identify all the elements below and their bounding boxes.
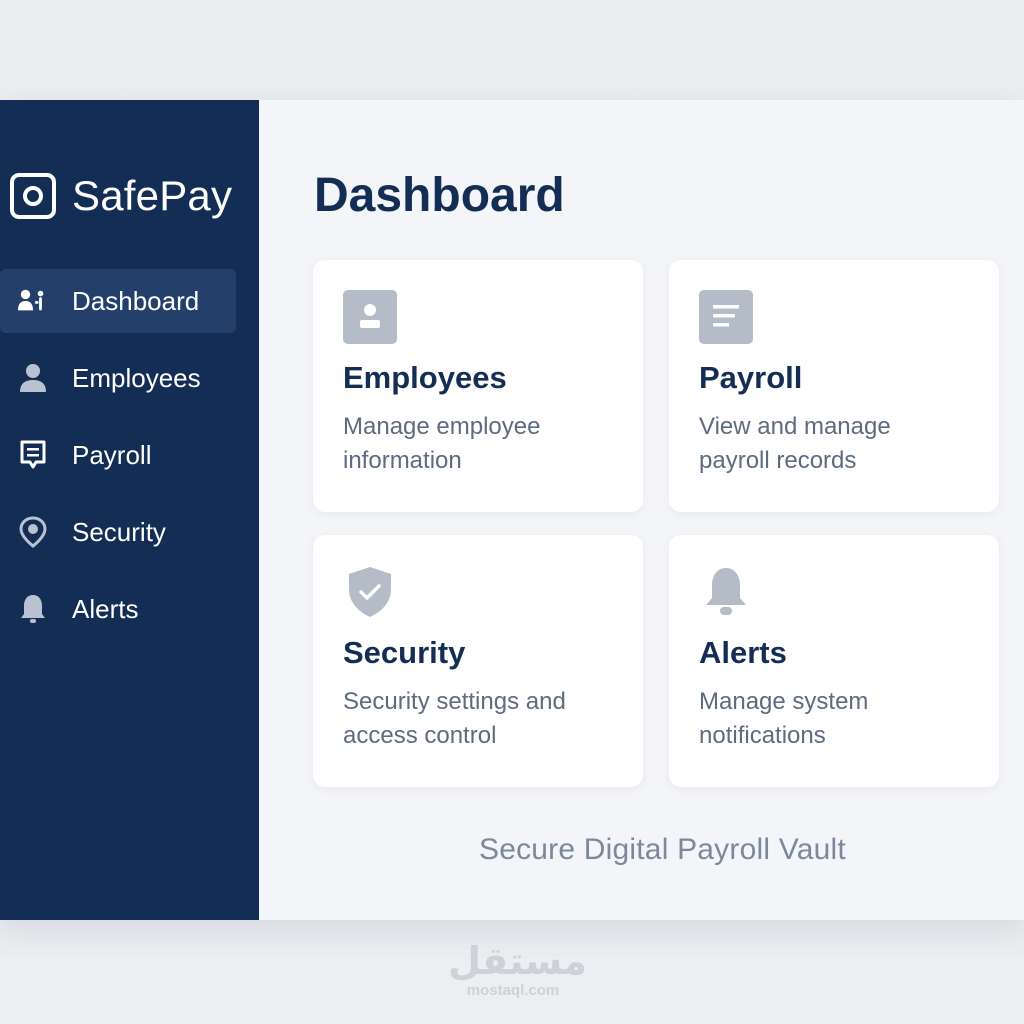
- card-description: Manage employee information: [343, 413, 541, 474]
- user-badge-icon: [343, 290, 397, 344]
- card-description: Security settings and access control: [343, 688, 566, 749]
- sidebar-item-label: Employees: [72, 362, 201, 393]
- watermark-url: mostaql.com: [466, 982, 560, 999]
- sidebar-item-dashboard[interactable]: Dashboard: [0, 269, 236, 333]
- bell-icon: [18, 594, 48, 624]
- sidebar-item-security[interactable]: Security: [0, 500, 259, 564]
- vault-icon: [10, 173, 56, 219]
- card-security[interactable]: Security Security settings and access co…: [313, 535, 643, 787]
- watermark: مستقل mostaql.com: [448, 941, 587, 1000]
- card-title: Security: [343, 635, 466, 670]
- document-icon: [18, 440, 48, 470]
- card-title: Employees: [343, 360, 507, 395]
- sidebar-item-label: Payroll: [72, 439, 152, 470]
- sidebar-item-label: Alerts: [72, 593, 139, 624]
- page-title: Dashboard: [314, 169, 565, 222]
- users-icon: [18, 286, 48, 316]
- user-icon: [18, 363, 48, 393]
- shield-check-icon: [343, 565, 397, 619]
- card-alerts[interactable]: Alerts Manage system notifications: [669, 535, 999, 787]
- card-payroll[interactable]: Payroll View and manage payroll records: [669, 260, 999, 512]
- card-description: View and manage payroll records: [699, 413, 891, 474]
- card-description: Manage system notifications: [699, 688, 869, 749]
- brand[interactable]: SafePay: [10, 172, 232, 220]
- app-window: SafePay Dashboard Employees Payroll Secu…: [0, 100, 1024, 920]
- location-pin-icon: [18, 516, 48, 548]
- card-employees[interactable]: Employees Manage employee information: [313, 260, 643, 512]
- brand-name: SafePay: [72, 172, 233, 219]
- bell-icon: [699, 565, 753, 619]
- sidebar-item-employees[interactable]: Employees: [0, 346, 259, 410]
- card-title: Payroll: [699, 360, 803, 395]
- footer-tagline: Secure Digital Payroll Vault: [479, 833, 846, 866]
- document-icon: [699, 290, 753, 344]
- watermark-logo-text: مستقل: [448, 941, 587, 983]
- main-content: Dashboard Employees Manage employee info…: [259, 100, 1024, 920]
- sidebar-item-payroll[interactable]: Payroll: [0, 423, 259, 487]
- card-title: Alerts: [699, 635, 787, 670]
- sidebar-item-alerts[interactable]: Alerts: [0, 577, 259, 641]
- sidebar-item-label: Dashboard: [72, 285, 200, 316]
- sidebar-item-label: Security: [72, 516, 166, 547]
- sidebar: SafePay Dashboard Employees Payroll Secu…: [0, 100, 259, 920]
- sidebar-nav: Dashboard Employees Payroll Security Ale…: [0, 269, 259, 654]
